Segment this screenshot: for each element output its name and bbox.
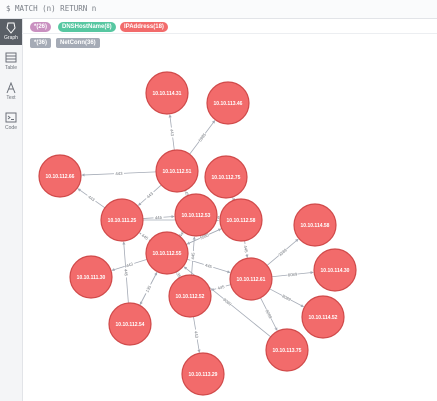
edge-label: 445 xyxy=(190,252,196,260)
sidebar-item-label: Table xyxy=(5,65,17,71)
ip-address-node[interactable]: 10.10.112.55 xyxy=(145,231,189,275)
ip-address-node[interactable]: 10.10.112.54 xyxy=(108,302,152,346)
ip-address-node[interactable]: 10.10.113.29 xyxy=(181,352,225,396)
edge-label: 443 xyxy=(169,129,175,137)
legend-ipaddress[interactable]: IPAddress(18) xyxy=(120,22,168,32)
node-label: 10.10.112.66 xyxy=(46,174,75,180)
legend-all-nodes[interactable]: *(26) xyxy=(30,22,52,32)
sidebar-item-text[interactable]: Text xyxy=(0,79,22,105)
ip-address-node[interactable]: 10.10.111.30 xyxy=(69,255,113,299)
node-label: 10.10.112.54 xyxy=(116,322,145,328)
sidebar-item-graph[interactable]: Graph xyxy=(0,19,22,45)
node-label: 10.10.112.61 xyxy=(237,277,266,283)
sidebar-item-label: Graph xyxy=(4,35,18,41)
query-text: $ MATCH (n) RETURN n xyxy=(6,4,97,13)
ip-address-node[interactable]: 10.10.113.46 xyxy=(206,81,250,125)
graph-canvas[interactable]: 4435985443443445443445443445445445443445… xyxy=(22,52,437,401)
node-label: 10.10.113.75 xyxy=(273,348,302,354)
edge-label: 8089 xyxy=(264,309,273,320)
result-legend: *(26) DNSHostName(8) IPAddress(18) *(36)… xyxy=(22,19,437,52)
sidebar-item-code[interactable]: Code xyxy=(0,109,22,135)
legend-divider xyxy=(22,33,437,34)
ip-address-node[interactable]: 10.10.112.66 xyxy=(38,154,82,198)
text-icon xyxy=(6,82,16,94)
legend-all-relationships[interactable]: *(36) xyxy=(30,38,52,48)
sidebar-item-label: Code xyxy=(5,125,17,131)
ip-address-node[interactable]: 10.10.114.52 xyxy=(301,295,345,339)
ip-address-node[interactable]: 10.10.111.25 xyxy=(100,198,144,242)
node-label: 10.10.111.25 xyxy=(108,218,137,224)
edge-label: 8089 xyxy=(288,272,298,278)
view-sidebar: Graph Table Text Code xyxy=(0,19,23,401)
sidebar-item-label: Text xyxy=(6,95,16,101)
ip-address-node[interactable]: 10.10.112.53 xyxy=(174,193,218,237)
ip-address-node[interactable]: 10.10.112.51 xyxy=(155,149,199,193)
node-label: 10.10.114.30 xyxy=(321,268,350,274)
node-label: 10.10.112.51 xyxy=(163,169,192,175)
graph-icon xyxy=(6,22,16,34)
edge-label: 5985 xyxy=(197,132,207,143)
ip-address-node[interactable]: 10.10.112.75 xyxy=(204,155,248,199)
ip-address-node[interactable]: 10.10.112.52 xyxy=(168,274,212,318)
ip-address-node[interactable]: 10.10.114.58 xyxy=(293,203,337,247)
ip-address-node[interactable]: 10.10.113.75 xyxy=(265,328,309,372)
ip-address-node[interactable]: 10.10.114.30 xyxy=(313,248,357,292)
node-label: 10.10.113.29 xyxy=(189,372,218,378)
legend-dnshostname[interactable]: DNSHostName(8) xyxy=(58,22,116,32)
node-label: 10.10.112.55 xyxy=(153,251,182,257)
node-label: 10.10.114.31 xyxy=(153,91,182,97)
edge-label: 445 xyxy=(123,269,129,277)
sidebar-item-table[interactable]: Table xyxy=(0,49,22,75)
ip-address-node[interactable]: 10.10.114.31 xyxy=(145,71,189,115)
edge-label: 445 xyxy=(155,215,163,221)
node-label: 10.10.112.52 xyxy=(176,294,205,300)
ip-address-node[interactable]: 10.10.112.61 xyxy=(229,257,273,301)
edge-label: 8089 xyxy=(281,293,292,302)
ip-address-node[interactable]: 10.10.112.58 xyxy=(219,198,263,242)
table-icon xyxy=(5,52,17,63)
query-bar: $ MATCH (n) RETURN n xyxy=(0,0,437,19)
node-label: 10.10.111.30 xyxy=(77,275,106,281)
node-label: 10.10.112.58 xyxy=(227,218,256,224)
edge-label: 443 xyxy=(115,171,123,176)
node-label: 10.10.114.58 xyxy=(301,223,330,229)
node-label: 10.10.114.52 xyxy=(309,315,338,321)
legend-netconn[interactable]: NetConn(36) xyxy=(56,38,100,48)
node-label: 10.10.112.75 xyxy=(212,175,241,181)
node-label: 10.10.113.46 xyxy=(214,101,243,107)
node-label: 10.10.112.53 xyxy=(182,213,211,219)
code-icon xyxy=(5,112,17,123)
